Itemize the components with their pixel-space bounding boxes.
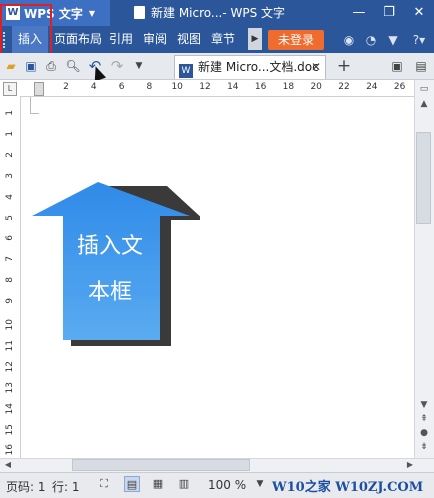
full-screen-view-icon[interactable]: ⛶ <box>96 476 112 492</box>
horizontal-ruler-number: 16 <box>254 82 267 92</box>
help-label: ? <box>412 33 420 47</box>
scroll-left-icon[interactable]: ◀ <box>2 459 14 471</box>
line-number-status[interactable]: 行: 1 <box>52 478 80 495</box>
menu-scroll-right-icon[interactable]: ▶ <box>248 28 262 50</box>
vertical-ruler-number: 14 <box>5 402 15 415</box>
shape-text-line2: 本框 <box>87 280 132 305</box>
web-view-icon[interactable]: ▥ <box>176 476 192 492</box>
window-title: 新建 Micro...- WPS 文字 <box>134 0 285 26</box>
close-tab-icon[interactable]: ✕ <box>311 56 321 78</box>
arrow-shape-graphic <box>32 182 204 346</box>
margin-corner-mark <box>30 97 39 114</box>
word-doc-icon: W <box>179 64 193 78</box>
document-tab[interactable]: W新建 Micro...文档.doc * ✕ <box>174 55 326 96</box>
outline-view-icon[interactable]: ▦ <box>150 476 166 492</box>
next-page-icon[interactable]: ⇟ <box>414 440 434 454</box>
indent-marker-icon[interactable] <box>34 82 44 96</box>
open-folder-icon[interactable]: ▰ <box>2 56 20 76</box>
menu-page-layout[interactable]: 页面布局 <box>52 26 104 53</box>
horizontal-ruler-number: 26 <box>393 82 406 92</box>
scroll-right-icon[interactable]: ▶ <box>404 459 416 471</box>
tab-stop-selector[interactable]: L <box>3 82 17 96</box>
horizontal-ruler-number: 18 <box>282 82 295 92</box>
chevron-down-icon: ▼ <box>88 8 96 18</box>
horizontal-ruler-number: 24 <box>366 82 378 92</box>
redo-icon[interactable]: ↷ <box>108 56 126 76</box>
vertical-scroll-thumb[interactable] <box>416 132 431 224</box>
sync-icon[interactable]: ◔ <box>362 30 380 50</box>
vertical-ruler-number: 16 <box>5 444 15 456</box>
horizontal-ruler-number: 14 <box>227 82 239 92</box>
vertical-ruler-number: 6 <box>5 235 15 242</box>
vertical-ruler-number: 12 <box>5 360 15 373</box>
save-icon[interactable]: ▣ <box>22 56 40 76</box>
vertical-ruler-number: 5 <box>5 214 15 221</box>
help-button[interactable]: ?▾ <box>406 30 432 50</box>
scroll-down-icon[interactable]: ▼ <box>414 398 434 412</box>
horizontal-ruler-number: 2 <box>63 82 69 92</box>
select-browse-object-icon[interactable]: ● <box>414 426 434 440</box>
page-view-icon[interactable]: ▤ <box>124 476 140 492</box>
close-window-button[interactable]: ✕ <box>406 0 432 26</box>
scroll-up-icon[interactable]: ▲ <box>414 97 434 111</box>
horizontal-ruler-number: 4 <box>90 82 97 92</box>
new-tab-button[interactable]: + <box>336 56 352 76</box>
menu-sections[interactable]: 章节 <box>208 26 238 53</box>
horizontal-ruler-number: 10 <box>171 82 183 92</box>
zoom-dropdown-icon[interactable]: ▼ <box>252 476 268 492</box>
vertical-ruler-number: 3 <box>5 172 15 179</box>
window-title-text: 新建 Micro...- WPS 文字 <box>151 6 286 20</box>
vertical-ruler-number: 4 <box>5 193 15 200</box>
vertical-ruler-number: 10 <box>5 319 15 331</box>
horizontal-ruler <box>20 80 414 97</box>
vertical-ruler-number: 15 <box>5 423 15 435</box>
document-split-icon[interactable]: ▭ <box>414 82 434 96</box>
horizontal-ruler-number: 8 <box>146 82 153 92</box>
highlight-box <box>0 4 52 58</box>
vertical-ruler-number: 2 <box>5 151 15 158</box>
horizontal-scroll-thumb[interactable] <box>72 459 250 471</box>
shape-text-line1: 插入文 <box>76 234 143 259</box>
login-button[interactable]: 未登录 <box>268 30 324 50</box>
window-tile-icon[interactable]: ▣ <box>388 56 406 76</box>
horizontal-ruler-number: 20 <box>310 82 322 92</box>
restore-button[interactable]: ❐ <box>376 0 402 26</box>
up-arrow-callout-shape[interactable]: 插入文 本框 <box>30 180 204 350</box>
menu-review[interactable]: 审阅 <box>140 26 170 53</box>
window-list-icon[interactable]: ▤ <box>412 56 430 76</box>
vertical-ruler-number: 1 <box>5 130 15 137</box>
page-number-status[interactable]: 页码: 1 <box>6 478 46 495</box>
vertical-ruler-number: 7 <box>5 256 15 263</box>
menu-references[interactable]: 引用 <box>106 26 136 53</box>
document-icon <box>134 6 145 19</box>
print-preview-icon[interactable]: 🔍︎ <box>64 56 82 76</box>
previous-page-icon[interactable]: ⇞ <box>414 412 434 426</box>
site-watermark: W10之家 W10ZJ.COM <box>272 480 424 495</box>
horizontal-ruler-number: 12 <box>199 82 211 92</box>
horizontal-ruler-number: 6 <box>118 82 125 92</box>
vertical-ruler-number: 9 <box>5 298 15 304</box>
vertical-ruler-number: 1 <box>5 110 15 116</box>
vertical-ruler-number: 11 <box>5 339 15 352</box>
minimize-button[interactable]: — <box>346 0 372 26</box>
vertical-ruler-number: 8 <box>5 277 15 283</box>
menu-view[interactable]: 视图 <box>174 26 204 53</box>
customize-toolbar-icon[interactable]: ▼ <box>130 56 148 76</box>
skin-icon[interactable]: ◉ <box>340 30 358 50</box>
print-icon[interactable]: ⎙ <box>42 56 60 76</box>
zoom-level[interactable]: 100 % <box>208 478 246 492</box>
horizontal-ruler-number: 22 <box>338 82 350 92</box>
vertical-ruler-number: 13 <box>5 381 15 394</box>
shirt-icon[interactable]: ▼ <box>384 30 402 50</box>
